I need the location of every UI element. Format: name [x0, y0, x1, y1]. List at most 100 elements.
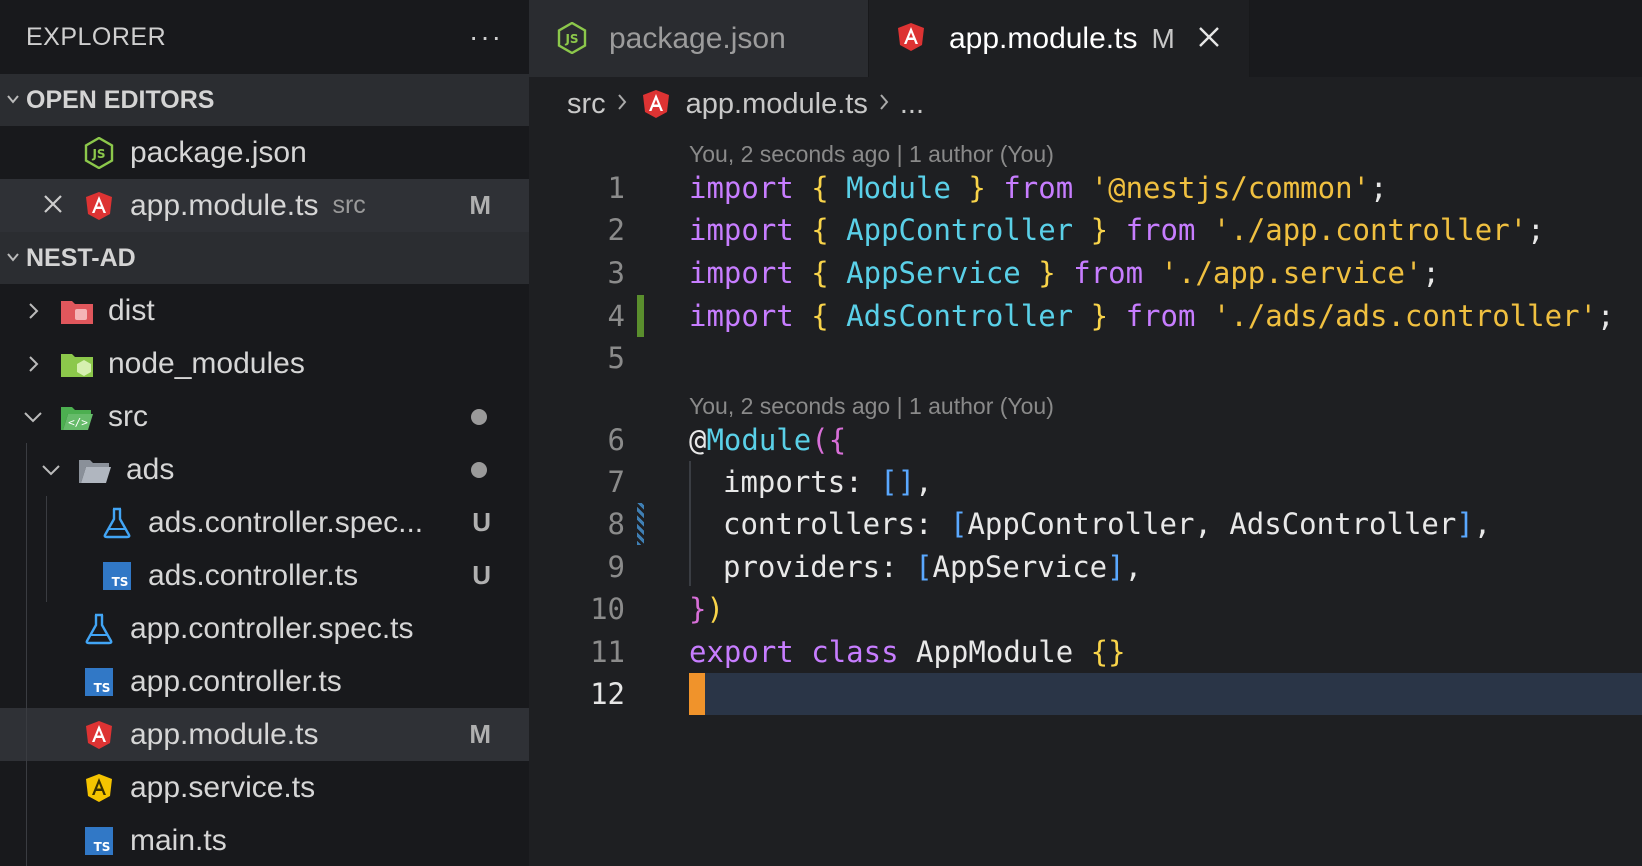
tree-item-node-modules[interactable]: node_modules: [0, 337, 529, 390]
svg-text:JS: JS: [91, 147, 105, 161]
text-cursor: [689, 673, 705, 715]
angular-icon: [642, 89, 672, 119]
code-line: 9 providers: [AppService],: [529, 546, 1642, 588]
typescript-icon: TS: [100, 559, 134, 593]
test-flask-icon: [100, 506, 134, 540]
tree-item-ads-controller-ts[interactable]: TS ads.controller.ts U: [0, 549, 529, 602]
indent-guide: [46, 496, 47, 549]
folder-node-icon: [60, 347, 94, 381]
chevron-down-icon: [38, 463, 64, 477]
line-number: 10: [590, 592, 625, 626]
tab-label: package.json: [609, 21, 786, 55]
tree-item-app-service[interactable]: app.service.ts: [0, 761, 529, 814]
chevron-down-icon: [0, 90, 26, 111]
tree-item-label: ads: [126, 452, 175, 486]
svg-text:TS: TS: [94, 840, 111, 854]
tree-item-app-controller-ts[interactable]: TS app.controller.ts: [0, 655, 529, 708]
indent-guide: [26, 549, 27, 602]
close-tab-icon[interactable]: [1197, 20, 1221, 57]
modified-badge: M: [469, 719, 491, 749]
angular-icon: [82, 718, 116, 752]
line-number: 1: [607, 171, 625, 205]
more-actions-button[interactable]: ···: [469, 21, 503, 53]
indent-guide: [26, 496, 27, 549]
tree-item-main-ts[interactable]: TS main.ts: [0, 814, 529, 866]
close-icon[interactable]: [42, 190, 68, 222]
tab-label: app.module.ts: [949, 21, 1138, 55]
modified-indicator: M: [1151, 22, 1175, 54]
indent-guide: [26, 602, 27, 655]
svg-text:</>: </>: [68, 416, 88, 429]
git-added-marker[interactable]: [637, 295, 644, 337]
tree-item-label: src: [108, 399, 148, 433]
code-line: 8 controllers: [AppController, AdsContro…: [529, 503, 1642, 545]
chevron-right-icon: [878, 90, 890, 118]
code-line: 4 import { AdsController } from './ads/a…: [529, 295, 1642, 337]
chevron-right-icon: [20, 355, 46, 373]
code-line: 12: [529, 673, 629, 715]
code-line: 5: [529, 337, 1642, 379]
tab-app-module[interactable]: app.module.ts M: [869, 0, 1250, 77]
breadcrumb-symbol[interactable]: ...: [900, 88, 924, 121]
line-number: 12: [590, 677, 625, 711]
line-number: 5: [607, 341, 625, 375]
open-editor-item-package-json[interactable]: JS package.json: [0, 126, 529, 179]
indent-guide: [26, 761, 27, 814]
angular-icon: [897, 22, 931, 56]
line-number: 2: [607, 213, 625, 247]
breadcrumb-folder[interactable]: src: [567, 88, 606, 121]
project-section[interactable]: NEST-AD: [0, 232, 529, 284]
open-editors-label: OPEN EDITORS: [26, 85, 215, 114]
tree-item-app-module[interactable]: app.module.ts M: [0, 708, 529, 761]
tree-item-ads[interactable]: ads: [0, 443, 529, 496]
nodejs-icon: JS: [557, 21, 591, 56]
tree-item-label: ads.controller.ts: [148, 558, 359, 592]
angular-icon: [82, 189, 116, 223]
open-editors-section[interactable]: OPEN EDITORS: [0, 74, 529, 126]
typescript-icon: TS: [82, 665, 116, 699]
tab-package-json[interactable]: JS package.json: [529, 0, 869, 77]
line-number: 4: [607, 299, 625, 333]
breadcrumb: src app.module.ts ...: [529, 77, 1642, 131]
open-editor-item-app-module[interactable]: app.module.ts src M: [0, 179, 529, 232]
code-line: 1 import { Module } from '@nestjs/common…: [529, 167, 1642, 209]
typescript-icon: TS: [82, 824, 116, 858]
codelens-blame[interactable]: You, 2 seconds ago | 1 author (You): [689, 393, 1054, 420]
tree-item-app-controller-spec[interactable]: app.controller.spec.ts: [0, 602, 529, 655]
indent-guide: [46, 549, 47, 602]
chevron-right-icon: [20, 302, 46, 320]
indent-guide: [26, 655, 27, 708]
svg-text:JS: JS: [564, 32, 578, 46]
chevron-down-icon: [0, 248, 26, 269]
svg-text:TS: TS: [112, 575, 129, 589]
test-flask-icon: [82, 612, 116, 646]
indent-guide: [26, 814, 27, 866]
codelens-blame[interactable]: You, 2 seconds ago | 1 author (You): [689, 141, 1054, 168]
code-line: 11 export class AppModule {}: [529, 631, 1642, 673]
line-number: 11: [590, 635, 625, 669]
svg-text:TS: TS: [94, 681, 111, 695]
tab-bar: JS package.json app.module.ts M: [529, 0, 1642, 77]
tree-item-label: main.ts: [130, 823, 227, 857]
git-modified-marker[interactable]: [637, 503, 644, 545]
line-number: 6: [607, 423, 625, 457]
tree-item-ads-controller-spec[interactable]: ads.controller.spec... U: [0, 496, 529, 549]
tree-item-label: app.module.ts: [130, 717, 319, 751]
open-editor-label: package.json: [130, 135, 307, 169]
tree-item-dist[interactable]: dist: [0, 284, 529, 337]
code-line: 7 imports: [],: [529, 461, 1642, 503]
tree-item-label: dist: [108, 293, 155, 327]
explorer-sidebar: EXPLORER ··· OPEN EDITORS JS package.jso…: [0, 0, 529, 866]
code-line: 6 @Module({: [529, 419, 1642, 461]
tree-item-label: ads.controller.spec...: [148, 505, 424, 539]
chevron-down-icon: [20, 410, 46, 424]
open-editor-folder: src: [332, 191, 366, 219]
tree-item-label: app.service.ts: [130, 770, 316, 804]
tree-item-label: node_modules: [108, 346, 305, 380]
current-line: [689, 673, 1642, 715]
indent-guide: [26, 443, 27, 496]
editor-area: JS package.json app.module.ts M src app.…: [529, 0, 1642, 866]
breadcrumb-file[interactable]: app.module.ts: [686, 88, 868, 121]
line-number: 9: [607, 550, 625, 584]
tree-item-src[interactable]: </> src: [0, 390, 529, 443]
